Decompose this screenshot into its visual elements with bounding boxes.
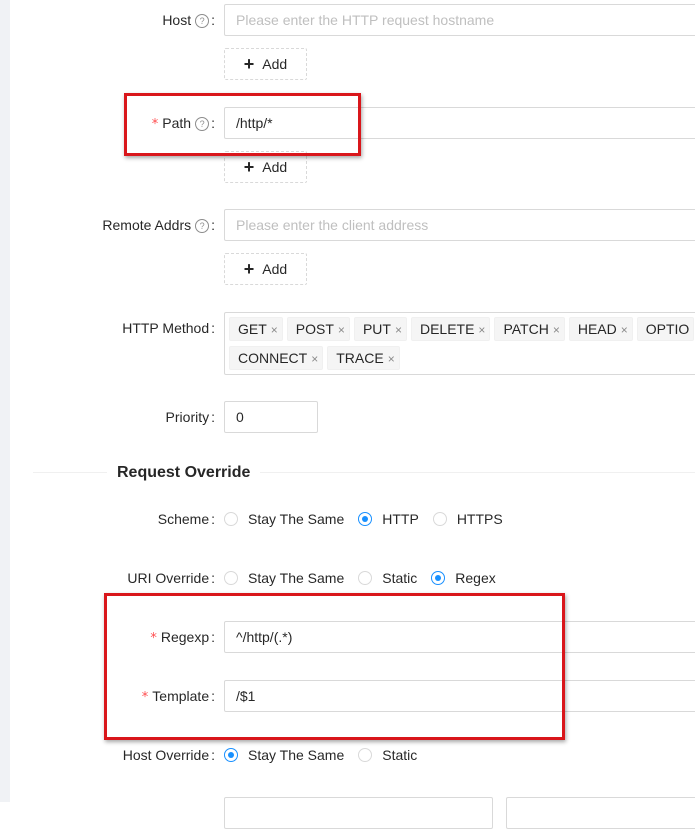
question-circle-icon[interactable]: ? [195,219,210,233]
host-placeholder: Please enter the HTTP request hostname [236,12,495,28]
method-tag: GET × [229,317,283,341]
host-radio-stay-same[interactable]: Stay The Same [224,739,344,771]
method-tag: HEAD × [568,317,633,341]
radio-circle[interactable] [224,512,238,526]
host-input[interactable]: Please enter the HTTP request hostname [224,4,695,36]
question-circle-icon[interactable]: ? [195,14,210,28]
remote-addrs-input[interactable]: Please enter the client address [224,209,695,241]
method-tag: TRACE × [327,346,400,370]
plus-icon: + [243,54,255,74]
radio-circle[interactable] [358,512,373,526]
host-add-button[interactable]: + Add [224,48,307,80]
radio-circle[interactable] [358,571,373,585]
radio-circle[interactable] [431,571,446,585]
highlight-box-path [124,93,361,156]
request-override-title: Request Override [107,461,261,485]
remote-addrs-add-button[interactable]: + Add [224,253,307,285]
method-tag: OPTIO [636,317,695,341]
host-override-radio-group: Stay The Same Static [224,739,431,771]
radio-circle[interactable] [432,512,447,526]
close-icon[interactable]: × [395,323,402,337]
scheme-radio-stay-same[interactable]: Stay The Same [224,503,344,535]
scheme-radio-http[interactable]: HTTP [358,503,419,535]
plus-icon: + [243,157,255,177]
method-tag: CONNECT × [229,346,324,370]
close-icon[interactable]: × [621,323,628,337]
close-icon[interactable]: × [553,323,560,337]
radio-circle[interactable] [224,571,238,585]
scheme-label: Scheme: [157,511,215,527]
uri-radio-static[interactable]: Static [358,562,417,594]
highlight-box-regex [104,593,565,740]
host-radio-static[interactable]: Static [358,739,417,771]
close-icon[interactable]: × [478,323,485,337]
host-override-label: Host Override: [122,747,215,763]
priority-input[interactable]: 0 [224,401,318,433]
method-tag: PUT × [353,317,407,341]
method-tag: DELETE × [410,317,491,341]
radio-circle[interactable] [358,748,373,762]
method-tag: PATCH × [494,317,565,341]
left-gutter [0,0,10,802]
plus-icon: + [243,259,255,279]
radio-circle[interactable] [224,748,238,762]
close-icon[interactable]: × [271,323,278,337]
http-method-select[interactable]: GET × POST × PUT × DELETE × PATCH × HEAD × OPTIO CONN… [224,312,695,375]
remote-addrs-placeholder: Please enter the client address [236,217,429,233]
uri-radio-regex[interactable]: Regex [431,562,496,594]
scheme-radio-group: Stay The Same HTTP HTTPS [224,503,517,535]
remote-addrs-label: Remote Addrs?: [102,217,215,233]
http-method-label: HTTP Method: [122,320,215,336]
uri-override-radio-group: Stay The Same Static Regex [224,562,510,594]
close-icon[interactable]: × [338,323,345,337]
uri-override-label: URI Override: [127,570,215,586]
priority-label: Priority: [165,409,215,425]
close-icon[interactable]: × [388,352,395,366]
uri-radio-stay-same[interactable]: Stay The Same [224,562,344,594]
method-tag: POST × [286,317,350,341]
scheme-radio-https[interactable]: HTTPS [432,503,503,535]
host-label: Host?: [162,12,215,28]
close-icon[interactable]: × [311,352,318,366]
